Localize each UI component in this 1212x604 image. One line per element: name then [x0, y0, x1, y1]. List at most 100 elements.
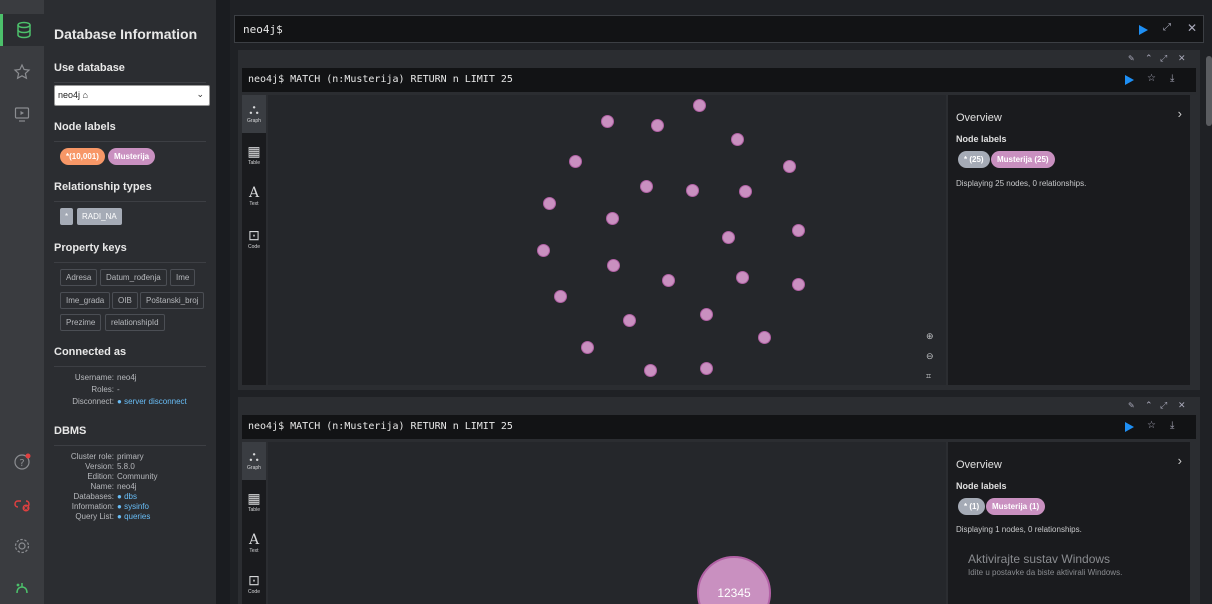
- help-icon[interactable]: ?: [6, 446, 38, 478]
- collapse-icon[interactable]: ⌃: [1145, 53, 1153, 64]
- about-icon[interactable]: [6, 572, 38, 604]
- fit-screen-icon[interactable]: ⌗: [926, 371, 931, 382]
- queries-link[interactable]: queries: [124, 512, 150, 521]
- graph-canvas[interactable]: 12345: [268, 442, 946, 604]
- close-icon[interactable]: ✕: [1178, 400, 1186, 411]
- graph-node[interactable]: [554, 290, 567, 303]
- tab-graph[interactable]: ⛬ Graph: [242, 95, 266, 133]
- graph-node[interactable]: [783, 160, 796, 173]
- graph-node[interactable]: [543, 197, 556, 210]
- graph-node[interactable]: [607, 259, 620, 272]
- favorite-star-icon[interactable]: ☆: [1147, 73, 1156, 84]
- graph-icon: ⛬: [249, 448, 259, 464]
- disconnect-icon[interactable]: [6, 488, 38, 520]
- pin-icon[interactable]: ✎: [1128, 54, 1135, 63]
- tab-table[interactable]: ▦ Table: [242, 137, 266, 175]
- rel-type-all[interactable]: *: [60, 208, 74, 225]
- graph-node[interactable]: [623, 314, 636, 327]
- name-row: Name: neo4j: [90, 482, 137, 491]
- graph-node[interactable]: [722, 231, 735, 244]
- overview-pill-musterija[interactable]: Musterija (1): [986, 498, 1046, 515]
- zoom-in-icon[interactable]: ⊕: [926, 331, 934, 342]
- graph-node[interactable]: [537, 244, 550, 257]
- frame-query-bar[interactable]: neo4j$ MATCH (n:Musterija) RETURN n LIMI…: [242, 415, 1196, 439]
- disconnect-row: Disconnect: ● server disconnect: [72, 397, 187, 406]
- star-icon[interactable]: [6, 56, 38, 88]
- graph-node[interactable]: [601, 115, 614, 128]
- label-pill-all[interactable]: *(10,001): [60, 148, 105, 165]
- rel-type-radi-na[interactable]: RADI_NA: [77, 208, 122, 225]
- frame-query-bar[interactable]: neo4j$ MATCH (n:Musterija) RETURN n LIMI…: [242, 68, 1196, 92]
- chevron-right-icon[interactable]: ›: [1178, 106, 1182, 121]
- graph-node[interactable]: [731, 133, 744, 146]
- graph-node[interactable]: [581, 341, 594, 354]
- graph-node[interactable]: [792, 224, 805, 237]
- graph-node[interactable]: [640, 180, 653, 193]
- pin-icon[interactable]: ✎: [1128, 401, 1135, 410]
- tab-code[interactable]: ⊡ Code: [242, 221, 266, 259]
- database-icon[interactable]: [0, 14, 44, 46]
- close-icon[interactable]: ✕: [1187, 21, 1197, 35]
- graph-node-large[interactable]: 12345: [697, 556, 771, 604]
- graph-node[interactable]: [739, 185, 752, 198]
- scrollbar[interactable]: [1206, 56, 1212, 126]
- tab-table[interactable]: ▦ Table: [242, 484, 266, 522]
- graph-node[interactable]: [693, 99, 706, 112]
- tab-text[interactable]: A Text: [242, 179, 266, 217]
- overview-pill-musterija[interactable]: Musterija (25): [991, 151, 1055, 168]
- graph-node[interactable]: [606, 212, 619, 225]
- property-key[interactable]: Poštanski_broj: [140, 292, 205, 309]
- close-icon[interactable]: ✕: [1178, 53, 1186, 64]
- dbs-link[interactable]: dbs: [124, 492, 137, 501]
- tab-text[interactable]: A Text: [242, 526, 266, 564]
- graph-icon: ⛬: [249, 101, 259, 117]
- overview-pill-all[interactable]: * (25): [958, 151, 990, 168]
- graph-node[interactable]: [662, 274, 675, 287]
- run-play-icon[interactable]: [1139, 25, 1148, 35]
- graph-node[interactable]: [644, 364, 657, 377]
- fullscreen-icon[interactable]: ⤢: [1160, 400, 1167, 411]
- favorite-star-icon[interactable]: ☆: [1147, 420, 1156, 431]
- graph-node[interactable]: [569, 155, 582, 168]
- username-row: Username: neo4j: [74, 373, 137, 382]
- node-labels-heading: Node labels: [54, 121, 206, 142]
- tab-code[interactable]: ⊡ Code: [242, 566, 266, 604]
- graph-node[interactable]: [700, 308, 713, 321]
- view-tabs: ⛬ Graph ▦ Table A Text ⊡ Code: [242, 95, 266, 385]
- server-disconnect-link[interactable]: server disconnect: [124, 397, 187, 406]
- tab-graph[interactable]: ⛬ Graph: [242, 442, 266, 480]
- graph-canvas[interactable]: ⊕ ⊖ ⌗: [268, 95, 946, 385]
- chevron-right-icon[interactable]: ›: [1178, 453, 1182, 468]
- download-icon[interactable]: ⤓: [1170, 73, 1174, 84]
- graph-node[interactable]: [758, 331, 771, 344]
- property-key[interactable]: Adresa: [60, 269, 98, 286]
- property-key[interactable]: Ime: [170, 269, 196, 286]
- sysinfo-link[interactable]: sysinfo: [124, 502, 149, 511]
- property-key[interactable]: OIB: [112, 292, 138, 309]
- query-editor[interactable]: neo4j$ ⤢ ✕: [234, 15, 1204, 43]
- database-select[interactable]: neo4j ⌂ ⌄: [54, 85, 210, 106]
- property-key[interactable]: Datum_rođenja: [100, 269, 167, 286]
- property-key[interactable]: Ime_grada: [60, 292, 111, 309]
- result-frame-1: ✎ ⌃ ⤢ ✕ neo4j$ MATCH (n:Musterija) RETUR…: [238, 50, 1200, 390]
- download-icon[interactable]: ⤓: [1170, 420, 1174, 431]
- rerun-play-icon[interactable]: [1125, 75, 1134, 85]
- graph-node[interactable]: [651, 119, 664, 132]
- graph-node[interactable]: [700, 362, 713, 375]
- graph-node[interactable]: [736, 271, 749, 284]
- monitor-play-icon[interactable]: [6, 98, 38, 130]
- zoom-out-icon[interactable]: ⊖: [926, 351, 934, 362]
- property-key[interactable]: relationshipId: [105, 314, 165, 331]
- settings-icon[interactable]: [6, 530, 38, 562]
- graph-node[interactable]: [686, 184, 699, 197]
- rerun-play-icon[interactable]: [1125, 422, 1134, 432]
- label-pill-musterija[interactable]: Musterija: [108, 148, 156, 165]
- use-database-heading: Use database: [54, 62, 206, 83]
- fullscreen-icon[interactable]: ⤢: [1160, 53, 1167, 64]
- overview-summary: Displaying 25 nodes, 0 relationships.: [956, 179, 1087, 188]
- overview-pill-all[interactable]: * (1): [958, 498, 986, 515]
- collapse-icon[interactable]: ⌃: [1145, 400, 1153, 411]
- graph-node[interactable]: [792, 278, 805, 291]
- fullscreen-icon[interactable]: ⤢: [1163, 22, 1171, 33]
- property-key[interactable]: Prezime: [60, 314, 102, 331]
